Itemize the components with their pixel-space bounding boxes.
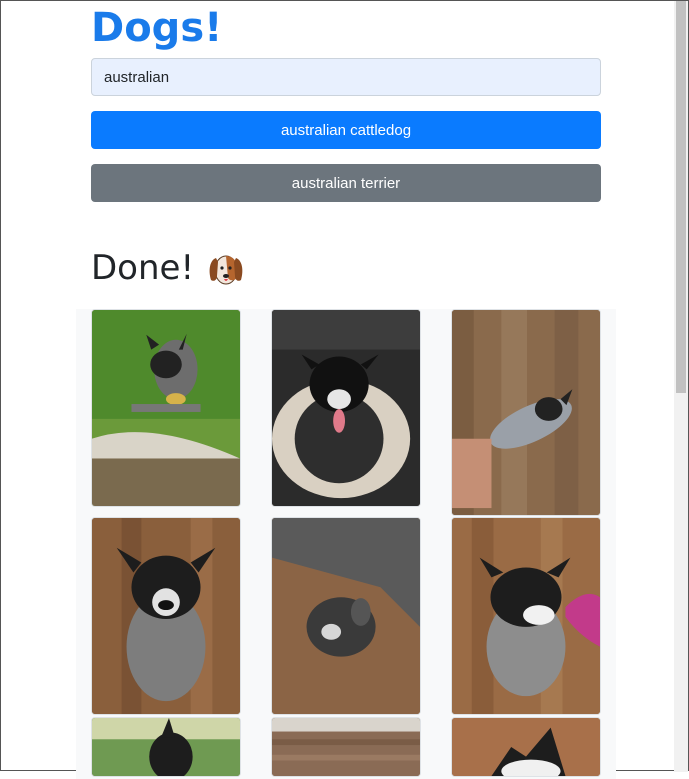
dog-photo-5[interactable] [271, 517, 421, 715]
suggestion-button-australian-cattledog[interactable]: australian cattledog [91, 111, 601, 149]
dog-photo-7[interactable] [91, 717, 241, 777]
status-heading: Done! [91, 245, 246, 291]
dog-photo-6[interactable] [451, 517, 601, 715]
dog-photo-8[interactable] [271, 717, 421, 777]
dog-photo-1[interactable] [91, 309, 241, 507]
status-text: Done! [91, 248, 195, 288]
dog-photo-3[interactable] [451, 309, 601, 516]
scrollbar-thumb[interactable] [676, 1, 686, 393]
page-title: Dogs! [91, 5, 223, 51]
dog-photo-9[interactable] [451, 717, 601, 777]
dog-photo-2[interactable] [271, 309, 421, 507]
dog-photo-4[interactable] [91, 517, 241, 715]
search-input[interactable] [91, 58, 601, 96]
suggestion-button-australian-terrier[interactable]: australian terrier [91, 164, 601, 202]
dog-gallery [76, 309, 616, 779]
scrollbar-track[interactable] [674, 1, 688, 772]
dog-face-icon [206, 248, 246, 288]
